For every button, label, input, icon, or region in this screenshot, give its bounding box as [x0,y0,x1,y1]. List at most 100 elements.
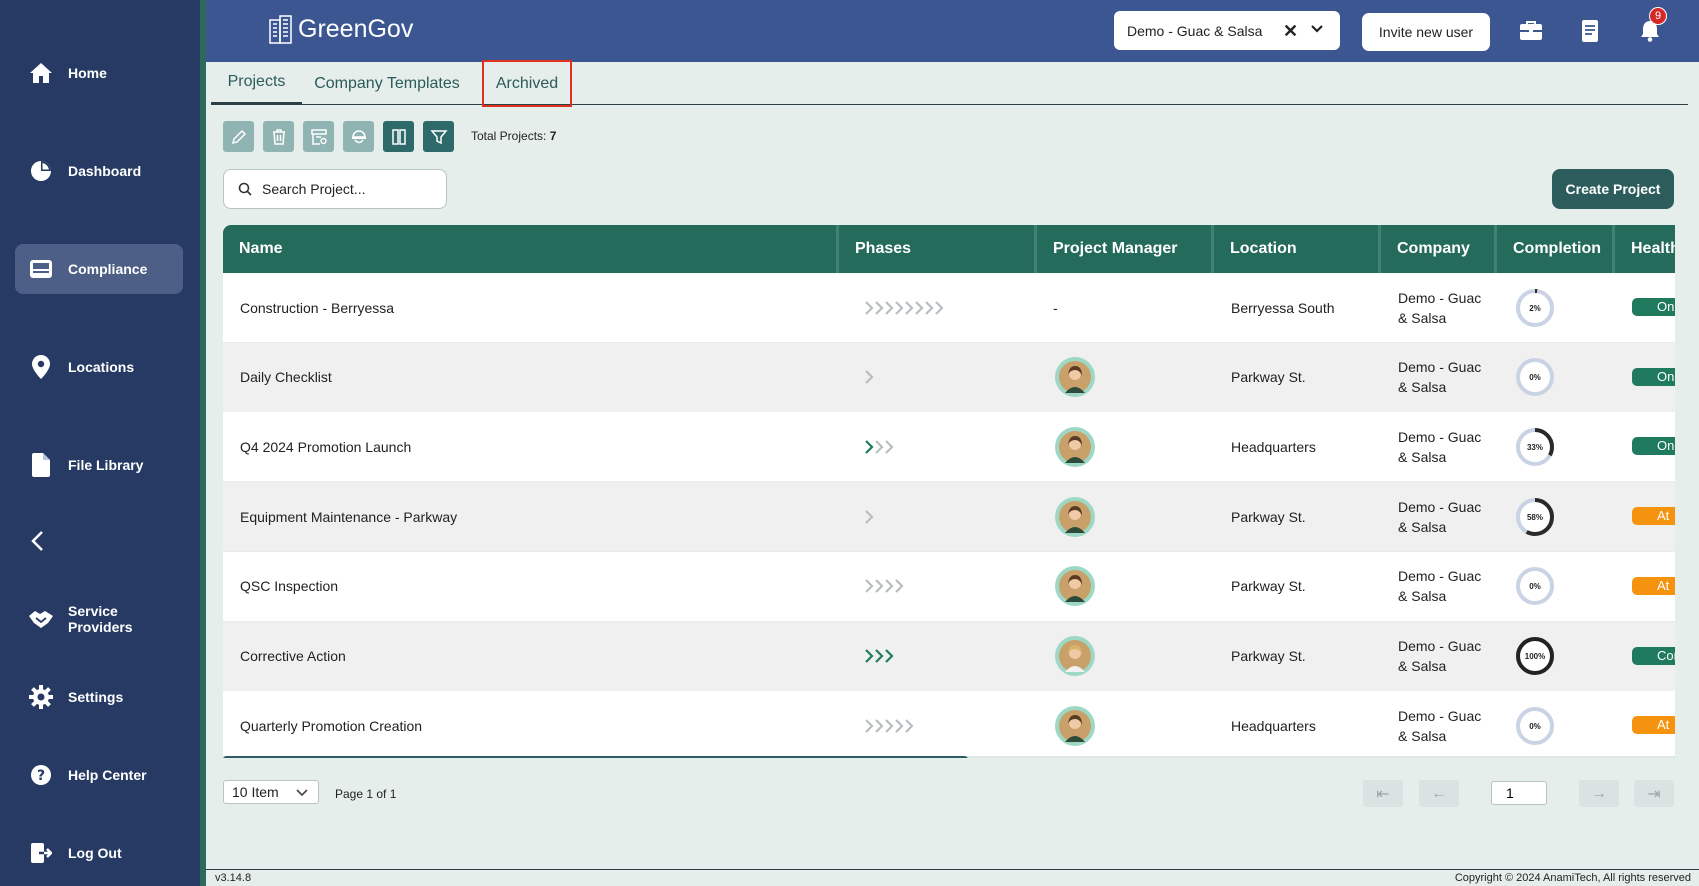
invite-user-button[interactable]: Invite new user [1362,13,1490,51]
sidebar-item-compliance[interactable]: Compliance [15,244,183,294]
last-page-button[interactable]: ⇥ [1634,780,1674,807]
first-page-button[interactable]: ⇤ [1363,780,1403,807]
company-line: & Salsa [1398,518,1447,535]
project-name[interactable]: Construction - Berryessa [240,273,394,342]
trash-icon [272,128,285,145]
company-line: & Salsa [1398,727,1447,744]
sidebar-item-log-out[interactable]: Log Out [15,828,183,878]
table-row[interactable]: Construction - Berryessa - Berryessa South… [223,273,1675,342]
sidebar-item-label: Service Providers [68,603,133,635]
project-name[interactable]: Corrective Action [240,622,346,691]
chevron-down-icon[interactable] [1310,22,1324,39]
page-number-input[interactable] [1491,781,1547,805]
sidebar-item-service-providers[interactable]: Service Providers [15,594,183,644]
project-location: Berryessa South [1231,299,1335,316]
project-location: Headquarters [1231,438,1316,455]
document-icon[interactable] [1580,20,1604,42]
total-projects: Total Projects: 7 [471,129,556,143]
project-name[interactable]: Quarterly Promotion Creation [240,691,422,758]
health-badge: On [1632,298,1675,316]
column-header-project-manager[interactable]: Project Manager [1037,225,1177,273]
table-row[interactable]: Corrective Action Parkway St. Demo - Guac &… [223,621,1675,691]
filter-button[interactable] [423,121,454,152]
project-company: Demo - Guac & Salsa [1398,412,1498,481]
page-size-select[interactable]: 10 Item [223,780,319,804]
table-row[interactable]: Equipment Maintenance - Parkway Parkway S… [223,482,1675,552]
search-input[interactable] [262,181,432,197]
sidebar-item-label: Log Out [68,845,122,861]
table-row[interactable]: Daily Checklist Parkway St. Demo - Guac & S… [223,342,1675,412]
sidebar-item-help-center[interactable]: ? Help Center [15,750,183,800]
sidebar-item-settings[interactable]: Settings [15,672,183,722]
project-name[interactable]: QSC Inspection [240,552,338,621]
company-line: & Salsa [1398,309,1447,326]
columns-button[interactable] [383,121,414,152]
company-line: Demo - Guac [1398,428,1482,445]
sidebar-item-locations[interactable]: Locations [15,342,183,392]
completion-ring: 58% [1514,482,1556,551]
logo[interactable]: GreenGov [268,14,413,44]
project-name[interactable]: Equipment Maintenance - Parkway [240,482,457,551]
toolbox-icon[interactable] [1519,20,1543,42]
table-row[interactable]: Q4 2024 Promotion Launch Headquarters Demo… [223,412,1675,482]
horizontal-scrollbar[interactable] [223,756,968,758]
svg-text:?: ? [37,768,45,784]
completion-ring: 33% [1514,412,1556,481]
column-header-company[interactable]: Company [1381,225,1470,273]
file-icon [28,452,54,478]
avatar[interactable] [1055,691,1095,758]
phases-indicator[interactable] [864,691,920,758]
company-line: Demo - Guac [1398,638,1482,654]
column-header-phases[interactable]: Phases [839,225,911,273]
next-page-button[interactable]: → [1579,780,1619,807]
tab-projects[interactable]: Projects [211,62,302,105]
column-header-location[interactable]: Location [1214,225,1297,273]
tab-company-templates[interactable]: Company Templates [305,62,469,105]
health-badge: At [1632,507,1675,526]
avatar[interactable] [1055,482,1095,551]
sidebar-item-file-library[interactable]: File Library [15,440,183,490]
project-name[interactable]: Daily Checklist [240,343,332,412]
clear-icon[interactable]: ✕ [1283,21,1298,42]
collapse-sidebar-icon[interactable] [24,526,50,556]
avatar[interactable] [1055,622,1095,691]
assign-worker-button[interactable] [343,121,374,152]
edit-icon [231,129,246,144]
company-select[interactable]: Demo - Guac & Salsa ✕ [1114,11,1340,50]
archive-button[interactable] [303,121,334,152]
create-project-button[interactable]: Create Project [1552,169,1674,209]
chevron-down-icon [296,785,308,801]
company-line: Demo - Guac [1398,707,1482,724]
sidebar-item-home[interactable]: Home [15,48,183,98]
table-row[interactable]: QSC Inspection Parkway St. Demo - Guac & Sa… [223,551,1675,621]
project-location: Parkway St. [1231,369,1306,386]
delete-button[interactable] [263,121,294,152]
handshake-icon [28,606,54,632]
filter-icon [429,129,448,144]
phases-indicator[interactable] [864,482,880,551]
phases-indicator[interactable] [864,273,950,342]
sidebar-item-label: Compliance [68,261,148,277]
worker-icon [351,129,366,143]
phases-indicator[interactable] [864,622,900,691]
table-row[interactable]: Quarterly Promotion Creation Headquarters… [223,691,1675,758]
phases-indicator[interactable] [864,343,880,412]
sidebar-border [200,0,206,886]
phases-indicator[interactable] [864,552,910,621]
project-name[interactable]: Q4 2024 Promotion Launch [240,412,411,481]
avatar[interactable] [1055,412,1095,481]
map-pin-icon [28,354,54,380]
column-header-health[interactable]: Health [1615,225,1675,273]
completion-label: 2% [1529,304,1541,313]
phases-indicator[interactable] [864,412,900,481]
prev-page-button[interactable]: ← [1419,780,1459,807]
search-icon [238,182,252,196]
edit-button[interactable] [223,121,254,152]
project-company: Demo - Guac & Salsa [1398,273,1498,342]
avatar[interactable] [1055,552,1095,621]
column-header-name[interactable]: Name [223,225,283,273]
column-header-completion[interactable]: Completion [1497,225,1601,273]
avatar[interactable] [1055,343,1095,412]
sidebar-item-dashboard[interactable]: Dashboard [15,146,183,196]
tab-archived[interactable]: Archived [482,60,572,107]
